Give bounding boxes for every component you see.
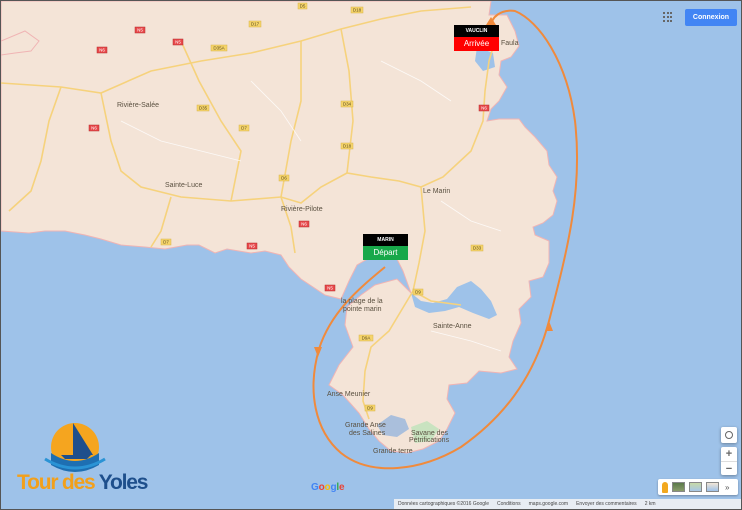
svg-text:D34: D34	[343, 102, 352, 107]
town-le-marin: Le Marin	[423, 188, 450, 195]
road-label-d5: D5	[297, 2, 308, 10]
road-label-d7b: D7	[160, 238, 172, 246]
road-label-d18b: D18	[340, 142, 354, 150]
road-label-n6b: N6	[88, 124, 100, 132]
apps-grid-icon[interactable]	[663, 12, 673, 22]
town-grande-anse-line1: Grande Anse	[345, 422, 386, 429]
road-label-d9: D9	[412, 288, 424, 296]
svg-text:N6: N6	[481, 106, 487, 111]
road-label-d34: D34	[340, 100, 354, 108]
road-label-d7: D7	[238, 124, 250, 132]
road-label-d33: D33	[470, 244, 484, 252]
town-sainte-luce: Sainte-Luce	[165, 182, 202, 189]
marker-marin-name: MARIN	[363, 234, 408, 246]
satellite-thumbnail-icon[interactable]	[672, 482, 685, 492]
town-savane-line1: Savane des	[411, 430, 448, 437]
town-riviere-salee: Rivière-Salée	[117, 102, 159, 109]
svg-text:D18: D18	[343, 144, 352, 149]
expand-icon[interactable]: »	[725, 483, 729, 492]
svg-text:D9: D9	[415, 290, 421, 295]
road-label-n5b: N5	[172, 38, 184, 46]
svg-text:N6: N6	[99, 48, 105, 53]
svg-text:N6: N6	[91, 126, 97, 131]
town-grande-anse-line2: des Salines	[349, 430, 386, 437]
terrain-thumbnail-icon[interactable]	[689, 482, 702, 492]
svg-text:D7: D7	[163, 240, 169, 245]
zoom-out-button[interactable]: −	[721, 462, 737, 476]
town-savane-line2: Pétrifications	[409, 437, 450, 444]
zoom-in-button[interactable]: +	[721, 447, 737, 462]
road-label-d35a: D35A	[210, 44, 228, 52]
road-label-d6: D6	[278, 174, 290, 182]
road-label-n5d: N5	[324, 284, 336, 292]
road-label-n6c: N6	[298, 220, 310, 228]
feedback-link[interactable]: Envoyer des commentaires	[576, 501, 637, 507]
town-cap-chevalier: Faula	[501, 40, 519, 47]
svg-text:D9A: D9A	[362, 336, 371, 341]
svg-text:D35: D35	[199, 106, 208, 111]
road-label-d18: D18	[350, 6, 364, 14]
scale-label: 2 km	[644, 501, 656, 507]
svg-text:N5: N5	[175, 40, 181, 45]
pegman-icon[interactable]	[662, 481, 668, 493]
svg-text:D5: D5	[300, 4, 306, 9]
map-type-control: »	[658, 479, 738, 495]
town-riviere-pilote: Rivière-Pilote	[281, 206, 323, 213]
svg-text:D18: D18	[353, 8, 362, 13]
road-label-d9a: D9A	[358, 334, 374, 342]
terms-link[interactable]: Conditions	[497, 501, 521, 507]
svg-text:D35A: D35A	[213, 46, 224, 51]
road-label-n6: N6	[96, 46, 108, 54]
map-frame: Rivière-Salée Sainte-Luce Rivière-Pilote…	[0, 0, 742, 510]
attribution-bar: Données cartographiques ©2016 Google Con…	[394, 499, 741, 509]
svg-text:N5: N5	[327, 286, 333, 291]
svg-text:D17: D17	[251, 22, 260, 27]
road-label-n5c: N5	[246, 242, 258, 250]
connexion-button[interactable]: Connexion	[685, 9, 737, 26]
town-grande-terre: Grande terre	[373, 448, 413, 455]
road-label-d35: D35	[196, 104, 210, 112]
svg-text:D33: D33	[473, 246, 482, 251]
svg-text:D9: D9	[367, 406, 373, 411]
road-label-d17: D17	[248, 20, 262, 28]
marker-vauclin-name: VAUCLIN	[454, 25, 499, 37]
town-plage-line1: la plage de la	[341, 298, 383, 305]
road-label-n6d: N6	[478, 104, 490, 112]
marker-marin[interactable]: MARIN Départ	[363, 234, 408, 260]
marker-vauclin-label: Arrivée	[454, 37, 499, 51]
my-location-button[interactable]	[721, 427, 737, 443]
marker-marin-label: Départ	[363, 246, 408, 260]
marker-vauclin[interactable]: VAUCLIN Arrivée	[454, 25, 499, 51]
svg-text:N5: N5	[137, 28, 143, 33]
svg-text:N5: N5	[249, 244, 255, 249]
town-plage-line2: pointe marin	[343, 306, 382, 313]
route-arrow-left	[314, 347, 322, 357]
site-link[interactable]: maps.google.com	[529, 501, 568, 507]
road-label-n5: N5	[134, 26, 146, 34]
land-mainland	[1, 1, 558, 454]
zoom-control: + −	[721, 447, 737, 475]
map-thumbnail-icon[interactable]	[706, 482, 719, 492]
google-logo: Google	[311, 482, 345, 493]
town-anse-meunier: Anse Meunier	[327, 391, 371, 398]
svg-text:D7: D7	[241, 126, 247, 131]
crosshair-icon	[725, 431, 733, 439]
brand-wordmark: Tour des Yoles	[17, 471, 148, 494]
town-sainte-anne: Sainte-Anne	[433, 323, 472, 330]
map-data-credit: Données cartographiques ©2016 Google	[398, 501, 489, 507]
route-arrow-right	[545, 321, 553, 331]
svg-text:N6: N6	[301, 222, 307, 227]
svg-text:D6: D6	[281, 176, 287, 181]
road-label-d9b: D9	[364, 404, 376, 412]
